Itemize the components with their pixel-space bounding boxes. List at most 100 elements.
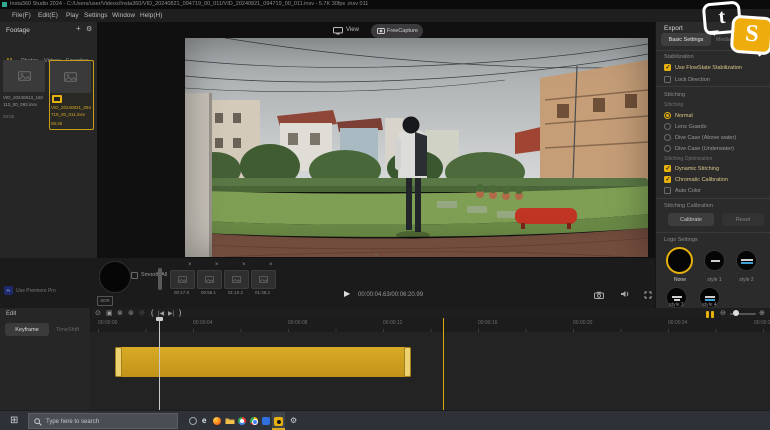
dynamic-stitching-checkbox[interactable] <box>664 165 671 172</box>
insta360-studio-taskbar-icon[interactable] <box>274 417 283 426</box>
plugin-note-label[interactable]: Use Premiere Pro <box>16 288 56 294</box>
ruler-label: 00:00:00 <box>98 320 118 326</box>
radio-lens-guards[interactable] <box>664 123 671 130</box>
search-icon <box>34 418 42 426</box>
tab-timeshift[interactable]: TimeShift <box>56 327 79 333</box>
timeline-zoom-slider-knob[interactable] <box>733 310 739 316</box>
close-icon[interactable]: × <box>269 262 273 268</box>
keyframe-card[interactable] <box>224 270 249 289</box>
file-name-line2: 719_00_011.insv <box>51 112 85 117</box>
tab-keyframe[interactable]: Keyframe <box>5 323 49 336</box>
close-icon[interactable]: × <box>188 262 192 268</box>
play-button[interactable]: ▶ <box>344 289 350 298</box>
edge-icon[interactable]: e <box>202 416 206 425</box>
smooth-all-label: Smooth All <box>141 272 168 278</box>
taskbar-search-box[interactable]: Type here to search <box>28 413 178 429</box>
lock-direction-checkbox[interactable] <box>664 76 671 83</box>
flowstate-checkbox[interactable] <box>664 64 671 71</box>
video-thumbnail <box>50 61 91 93</box>
keyframe-time: 00:56.1 <box>200 290 216 295</box>
reset-button[interactable]: Reset <box>722 213 764 226</box>
menu-file[interactable]: File(F) <box>12 12 31 19</box>
menu-play[interactable]: Play <box>66 12 79 19</box>
clip-trim-handle-left[interactable] <box>115 347 122 377</box>
ruler-label: 00:00:20 <box>573 320 593 326</box>
viewer-area: View FreeCapture ▾ <box>97 22 655 259</box>
view-sphere-preview[interactable] <box>99 261 131 293</box>
chromatic-calibration-label[interactable]: Chromatic Calibration <box>675 177 728 183</box>
add-footage-icon[interactable]: + <box>76 24 81 33</box>
radio-dive-under-label[interactable]: Dive Case (Underwater) <box>675 146 734 152</box>
tab-basic-settings[interactable]: Basic Settings <box>661 33 711 46</box>
left-bottom-strip: Pr Use Premiere Pro <box>0 258 98 308</box>
file-explorer-icon[interactable] <box>225 417 235 425</box>
radio-dive-above-label[interactable]: Dive Case (Above water) <box>675 135 736 141</box>
keyframe-time: 01:38.2 <box>254 290 270 295</box>
radio-dive-above[interactable] <box>664 134 671 141</box>
gear-icon[interactable]: ⚙ <box>86 25 92 33</box>
menu-window[interactable]: Window <box>112 12 135 19</box>
image-placeholder-icon <box>64 72 77 82</box>
chromatic-calibration-checkbox[interactable] <box>664 176 671 183</box>
keyframe-card[interactable] <box>170 270 195 289</box>
flowstate-label[interactable]: Use FlowState Stabilization <box>675 65 742 71</box>
watermark-letter: t <box>717 5 727 29</box>
divider <box>656 86 770 87</box>
start-button-icon[interactable]: ⊞ <box>10 415 18 426</box>
logo-option-style1[interactable] <box>704 250 725 271</box>
cortana-icon[interactable] <box>189 417 197 425</box>
marker-line[interactable] <box>443 318 444 410</box>
menu-help[interactable]: Help(H) <box>140 12 162 19</box>
radio-normal[interactable] <box>664 112 671 119</box>
ruler-label: 00:00:12 <box>383 320 403 326</box>
footage-item-selected[interactable]: VID_20240821_094 719_00_011.insv 06:45 <box>49 60 94 130</box>
logo-option-none[interactable] <box>666 247 693 274</box>
premiere-plugin-icon[interactable]: Pr <box>4 286 13 295</box>
radio-normal-label[interactable]: Normal <box>675 113 693 119</box>
view-button[interactable]: View <box>346 27 359 33</box>
ruler-label: 00:00:28 <box>754 320 770 326</box>
photos-icon[interactable] <box>238 417 246 425</box>
watermark-letter: S <box>744 20 760 48</box>
screenshot-camera-icon[interactable] <box>594 291 604 299</box>
image-placeholder-icon <box>259 276 268 283</box>
settings-gear-icon[interactable]: ⚙ <box>290 416 297 425</box>
smooth-all-checkbox[interactable] <box>131 272 138 279</box>
timeline-ruler[interactable]: 00:00:00 00:00:04 00:00:08 00:00:12 00:0… <box>90 318 770 332</box>
stitching-header: Stitching <box>664 92 686 98</box>
clip-trim-handle-right[interactable] <box>404 347 411 377</box>
ruler-label: 00:00:24 <box>668 320 688 326</box>
blue-app-icon[interactable] <box>262 417 270 425</box>
lock-direction-label[interactable]: Lock Direction <box>675 77 710 83</box>
volume-icon[interactable] <box>620 290 630 298</box>
playhead-line[interactable] <box>159 318 160 410</box>
footage-item[interactable]: VID_20240813_160 113_00_092.insv 03:02 <box>3 60 45 126</box>
close-icon[interactable]: × <box>242 262 246 268</box>
footage-panel-title: Footage <box>6 27 30 34</box>
clip-mode-icon[interactable] <box>706 311 709 318</box>
freecapture-button[interactable]: FreeCapture <box>371 24 423 38</box>
logo-style1-label: style 1 <box>707 277 722 283</box>
auto-color-label[interactable]: Auto Color <box>675 188 701 194</box>
video-viewport[interactable] <box>185 38 648 257</box>
ruler-label: 00:00:04 <box>193 320 213 326</box>
fullscreen-icon[interactable] <box>644 291 652 299</box>
strip-scroll-handle[interactable] <box>158 268 162 290</box>
stitching-subheader: Stitching <box>664 102 684 108</box>
firefox-icon[interactable] <box>213 417 221 425</box>
calibrate-button[interactable]: Calibrate <box>668 213 714 226</box>
clip-mode-icon[interactable] <box>711 311 714 318</box>
menu-bar: File(F) Edit(E) Play Settings Window Hel… <box>0 9 770 23</box>
menu-settings[interactable]: Settings <box>84 12 108 19</box>
logo-option-style2[interactable] <box>736 250 757 271</box>
keyframe-card[interactable] <box>197 270 222 289</box>
chrome-icon[interactable] <box>250 417 258 425</box>
radio-lens-guards-label[interactable]: Lens Guards <box>675 124 707 130</box>
insta360-studio-window: Insta360 Studio 2024 - C:/Users/user/Vid… <box>0 0 770 430</box>
close-icon[interactable]: × <box>215 262 219 268</box>
dynamic-stitching-label[interactable]: Dynamic Stitching <box>675 166 719 172</box>
menu-edit[interactable]: Edit(E) <box>38 12 58 19</box>
keyframe-card[interactable] <box>251 270 276 289</box>
radio-dive-under[interactable] <box>664 145 671 152</box>
auto-color-checkbox[interactable] <box>664 187 671 194</box>
